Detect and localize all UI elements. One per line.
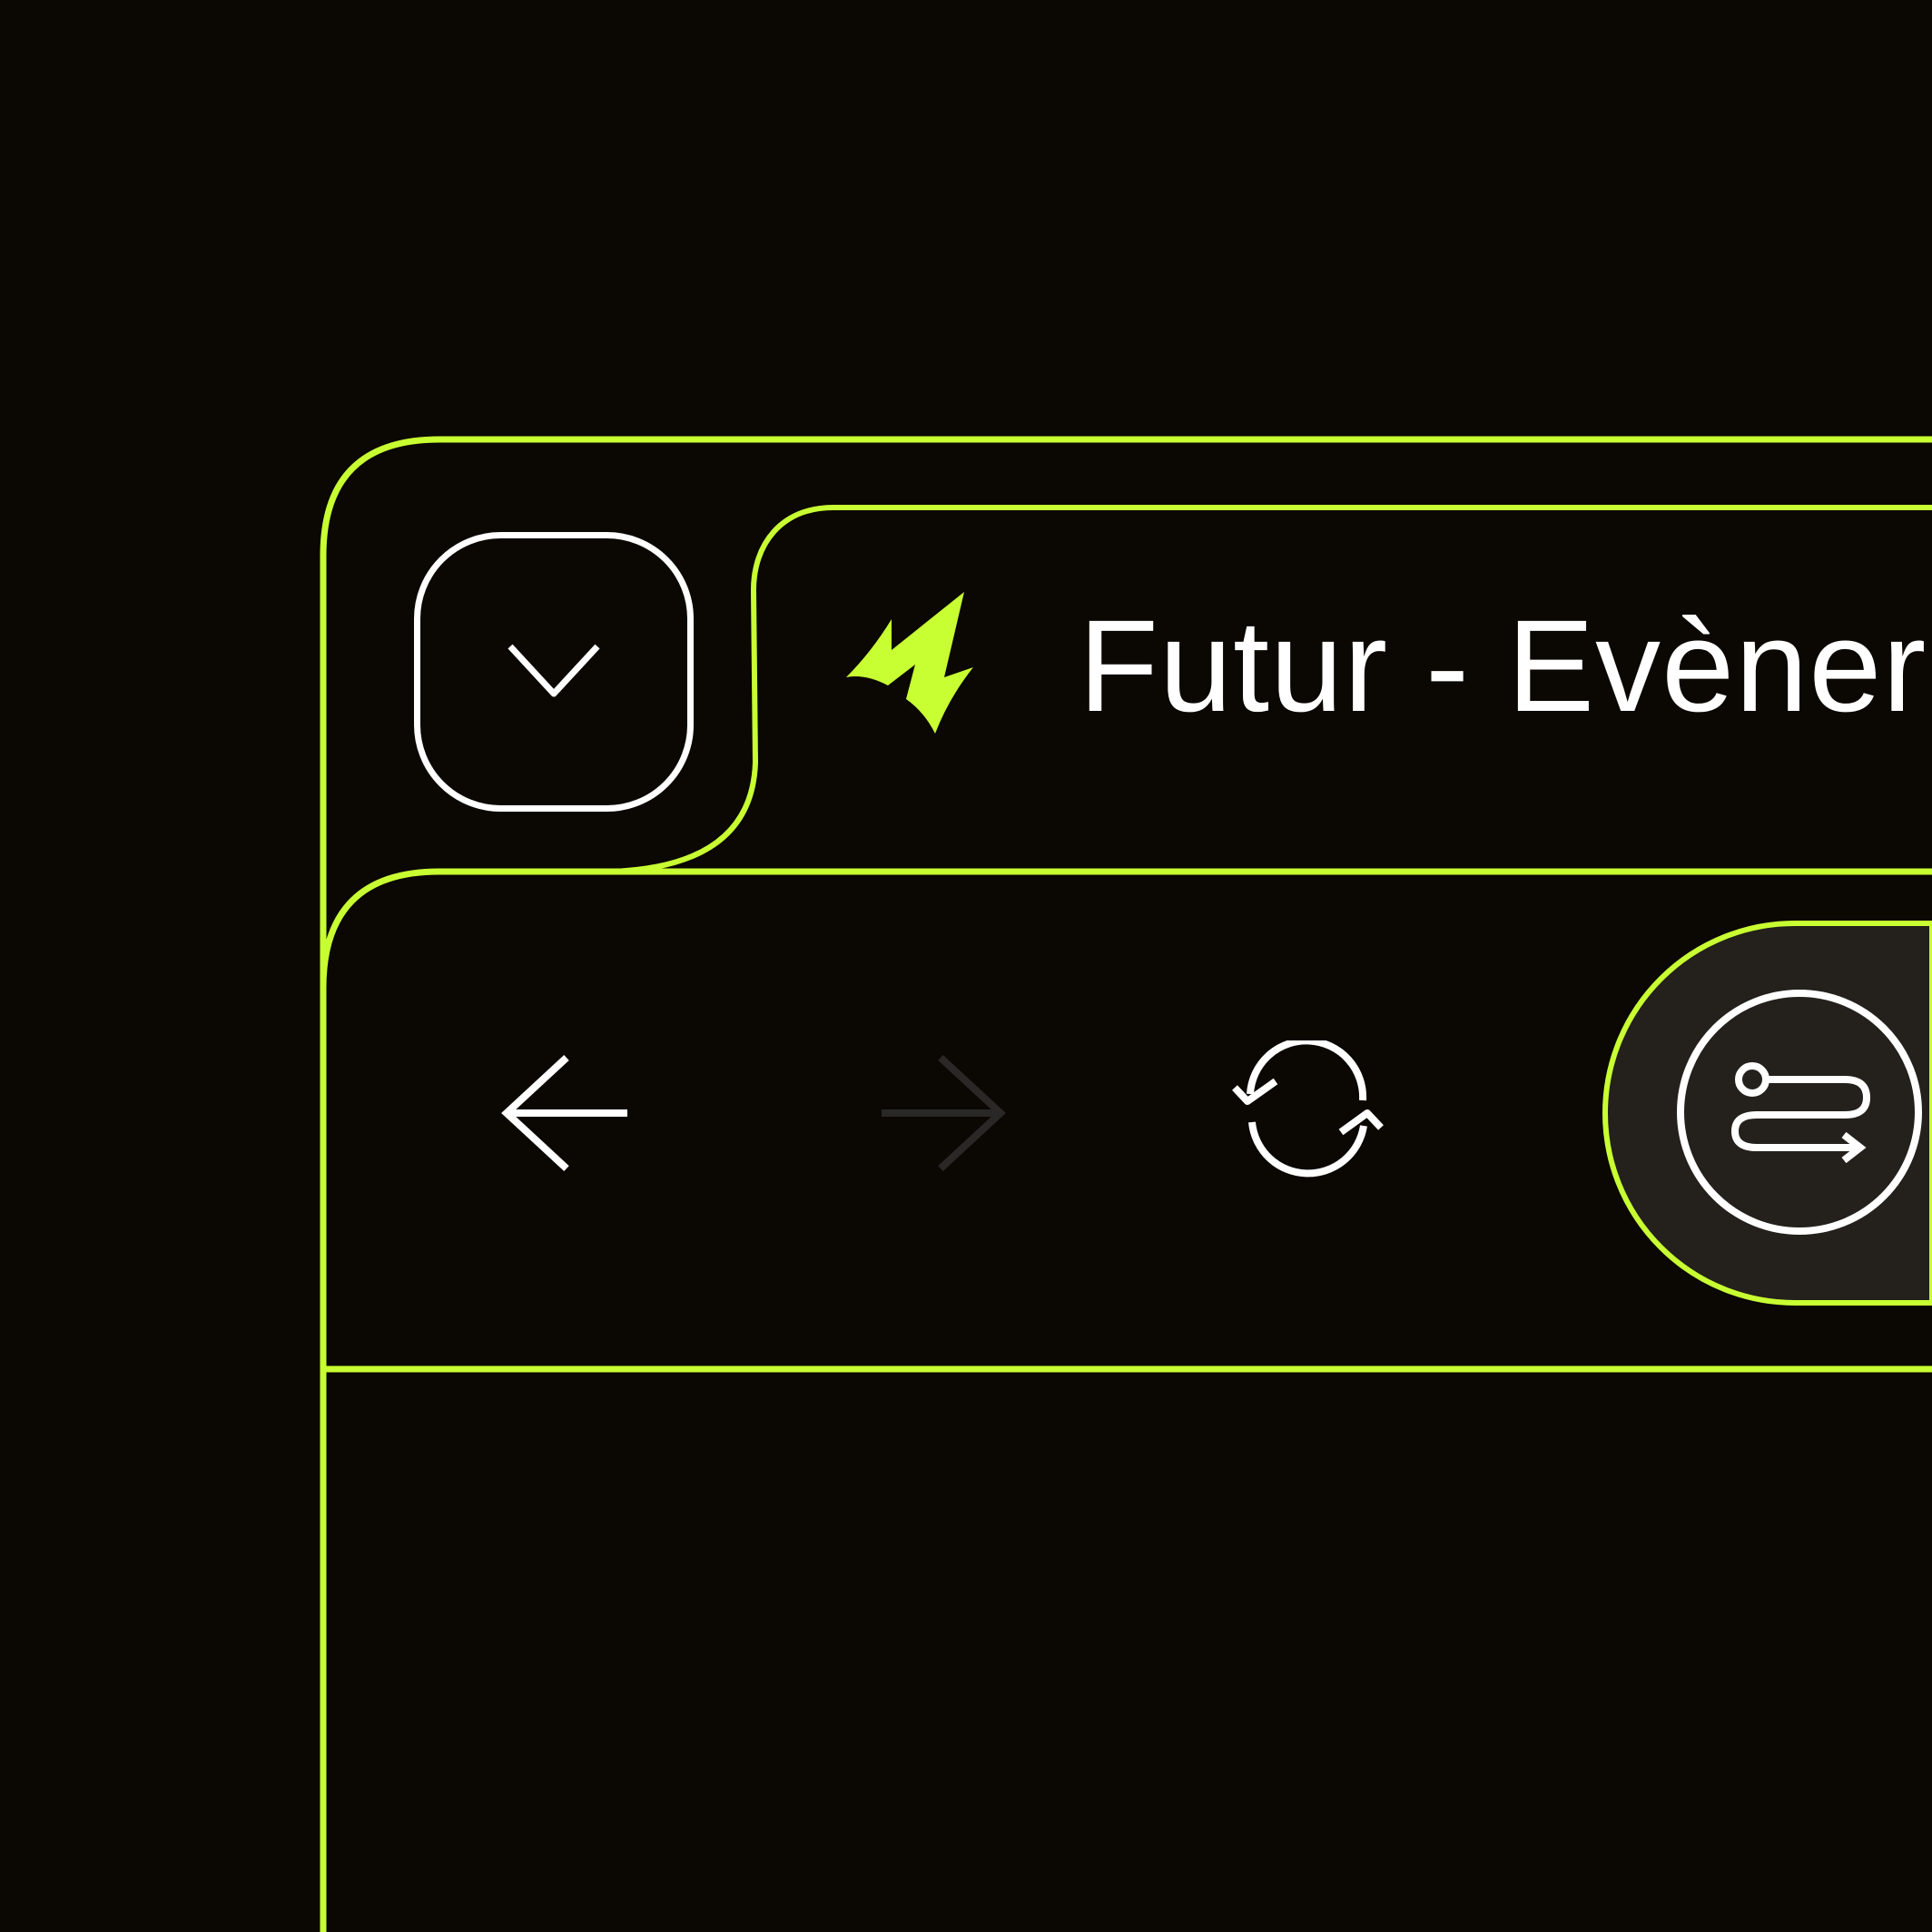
back-button[interactable]: [490, 1044, 645, 1180]
browser-window: Futur - Evèner: [0, 0, 1932, 1932]
arrow-right-icon: [882, 1055, 1006, 1171]
refresh-icon: [1232, 1037, 1384, 1178]
chevron-down-icon: [414, 532, 694, 812]
tab-favicon: [841, 588, 977, 739]
route-icon: [1677, 990, 1922, 1235]
site-info-button[interactable]: [1675, 988, 1924, 1237]
reload-button[interactable]: [1226, 1037, 1389, 1186]
tab-menu-button[interactable]: [414, 532, 694, 812]
tab-title[interactable]: Futur - Evèner: [1079, 594, 1927, 739]
browser-frame: [320, 436, 1932, 1932]
forward-button[interactable]: [872, 1044, 1026, 1180]
lightning-bolt-icon: [846, 592, 973, 734]
arrow-left-icon: [501, 1055, 627, 1171]
